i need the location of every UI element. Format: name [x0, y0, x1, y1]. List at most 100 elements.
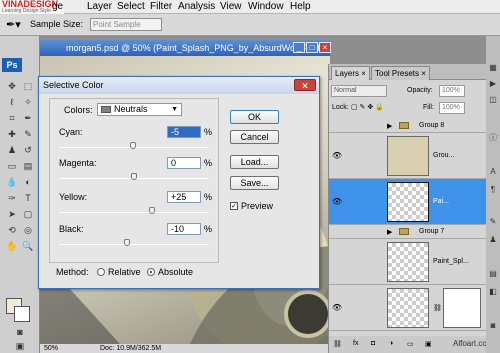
document-titlebar[interactable]: morgan5.psd @ 50% (Paint_Splash_PNG_by_A…	[40, 40, 330, 56]
background-color-swatch[interactable]	[14, 306, 30, 322]
ok-button[interactable]: OK	[230, 110, 279, 124]
tab-tool-presets-label: Tool Presets	[375, 69, 420, 78]
maximize-button[interactable]: □	[306, 42, 318, 53]
black-slider-track[interactable]	[59, 244, 209, 245]
preview-checkbox[interactable]: ✓	[230, 202, 238, 210]
tab-tool-presets[interactable]: Tool Presets ×	[371, 66, 430, 80]
close-button[interactable]: ×	[319, 42, 331, 53]
eye-icon[interactable]: 👁	[331, 302, 343, 314]
menu-select[interactable]: Select	[117, 1, 145, 12]
pen-tool-icon[interactable]: ✑	[6, 192, 18, 204]
styles-panel-icon[interactable]: ◧	[487, 286, 499, 298]
tab-tool-presets-close[interactable]: ×	[421, 69, 426, 78]
dialog-close-button[interactable]: ✕	[294, 79, 316, 91]
black-input[interactable]: -10	[167, 223, 201, 235]
3d-rotate-icon[interactable]: ⟲	[6, 224, 18, 236]
type-tool-icon[interactable]: T	[22, 192, 34, 204]
add-mask-icon[interactable]: ◘	[371, 340, 375, 347]
menu-view[interactable]: View	[220, 1, 242, 12]
eye-icon[interactable]: 👁	[331, 150, 343, 162]
yellow-input[interactable]: +25	[167, 191, 201, 203]
zoom-tool-icon[interactable]: 🔍	[22, 240, 34, 252]
brushes-panel-icon[interactable]: ✎	[487, 216, 499, 228]
zoom-level[interactable]: 50%	[44, 345, 58, 352]
menu-image-partial[interactable]: ge	[52, 1, 63, 12]
blur-tool-icon[interactable]: 💧	[6, 176, 18, 188]
menu-help[interactable]: Help	[290, 1, 311, 12]
tab-layers[interactable]: Layers ×	[331, 66, 370, 80]
fx-icon[interactable]: fx	[353, 340, 358, 347]
yellow-slider-track[interactable]	[59, 212, 209, 213]
cyan-slider-thumb[interactable]	[129, 142, 136, 149]
path-selection-icon[interactable]: ➤	[6, 208, 18, 220]
relative-radio[interactable]	[97, 268, 105, 276]
layer-row-group8[interactable]: ▶ Group 8	[329, 119, 487, 133]
menu-window[interactable]: Window	[248, 1, 284, 12]
gradient-tool-icon[interactable]: ▤	[22, 160, 34, 172]
opacity-input[interactable]: 100%	[439, 85, 465, 97]
screen-mode-icon[interactable]: ▣	[14, 340, 26, 352]
paragraph-panel-icon[interactable]: ¶	[487, 184, 499, 196]
magenta-slider-thumb[interactable]	[131, 173, 137, 180]
magic-wand-icon[interactable]: ✧	[22, 96, 34, 108]
layer-row-with-mask[interactable]: 👁 ⛓	[329, 285, 487, 331]
fill-input[interactable]: 100%	[439, 102, 465, 114]
lock-icons[interactable]: ▢ ✎ ✥ 🔒	[351, 103, 384, 111]
cancel-button[interactable]: Cancel	[230, 130, 279, 144]
shape-tool-icon[interactable]: ▢	[22, 208, 34, 220]
marquee-tool-icon[interactable]: ⬚	[22, 80, 34, 92]
minimize-button[interactable]: _	[293, 42, 305, 53]
layer-row-paint-splash[interactable]: Paint_Spl...	[329, 239, 487, 285]
layer-row-grou[interactable]: 👁 Grou...	[329, 133, 487, 179]
swatches-panel-icon[interactable]: ▤	[487, 268, 499, 280]
save-button[interactable]: Save...	[230, 176, 279, 190]
eye-icon[interactable]: 👁	[331, 196, 343, 208]
brush-tool-icon[interactable]: ✎	[22, 128, 34, 140]
clone-stamp-icon[interactable]: ♟	[6, 144, 18, 156]
history-brush-icon[interactable]: ↺	[22, 144, 34, 156]
info-panel-icon[interactable]: ⓘ	[487, 132, 499, 144]
hand-tool-icon[interactable]: ✋	[6, 240, 18, 252]
masks-panel-icon[interactable]: ◙	[487, 320, 499, 332]
menu-analysis[interactable]: Analysis	[178, 1, 215, 12]
absolute-radio[interactable]	[147, 268, 155, 276]
layer-row-paint-selected[interactable]: 👁 Pai...	[329, 179, 487, 225]
healing-brush-icon[interactable]: ✚	[6, 128, 18, 140]
black-slider-thumb[interactable]	[123, 239, 130, 246]
menu-layer[interactable]: Layer	[87, 1, 112, 12]
colors-dropdown[interactable]: Neutrals ▼	[97, 103, 182, 116]
actions-panel-icon[interactable]: ▶	[487, 78, 499, 90]
cyan-input[interactable]: -5	[167, 126, 201, 138]
3d-orbit-icon[interactable]: ◎	[22, 224, 34, 236]
expand-triangle-icon[interactable]: ▶	[387, 228, 392, 236]
crop-tool-icon[interactable]: ⌗	[6, 112, 18, 124]
expand-triangle-icon[interactable]: ▶	[387, 122, 392, 130]
menu-filter[interactable]: Filter	[150, 1, 172, 12]
blend-mode-select[interactable]: Normal	[331, 85, 387, 97]
black-label: Black:	[59, 224, 84, 234]
eyedropper-icon[interactable]: ✒▾	[6, 18, 24, 32]
lasso-tool-icon[interactable]: ℓ	[6, 96, 18, 108]
clone-source-icon[interactable]: ♟	[487, 234, 499, 246]
dodge-tool-icon[interactable]: ◐	[22, 176, 34, 188]
tab-layers-close[interactable]: ×	[361, 69, 366, 78]
character-panel-icon[interactable]: A	[487, 166, 499, 178]
dialog-titlebar[interactable]: Selective Color	[39, 77, 319, 94]
magenta-input[interactable]: 0	[167, 157, 201, 169]
eyedropper-tool-icon[interactable]: ✒	[22, 112, 34, 124]
link-layers-icon[interactable]: ⛓	[333, 340, 342, 348]
layer-mask-thumbnail[interactable]	[443, 288, 481, 328]
adjustment-layer-icon[interactable]: ◑	[389, 340, 393, 347]
new-group-icon[interactable]: ▭	[407, 340, 414, 348]
navigator-panel-icon[interactable]: ◫	[487, 94, 499, 106]
history-panel-icon[interactable]: ▦	[487, 62, 499, 74]
sample-size-select[interactable]: Point Sample	[90, 18, 162, 31]
layer-row-group7[interactable]: ▶ Group 7	[329, 225, 487, 239]
load-button[interactable]: Load...	[230, 155, 279, 169]
yellow-slider-thumb[interactable]	[149, 207, 155, 214]
quick-mask-icon[interactable]: ◙	[14, 326, 26, 338]
move-tool-icon[interactable]: ✥	[6, 80, 18, 92]
eraser-tool-icon[interactable]: ▭	[6, 160, 18, 172]
new-layer-icon[interactable]: ▣	[425, 340, 432, 348]
folder-icon	[399, 122, 409, 129]
